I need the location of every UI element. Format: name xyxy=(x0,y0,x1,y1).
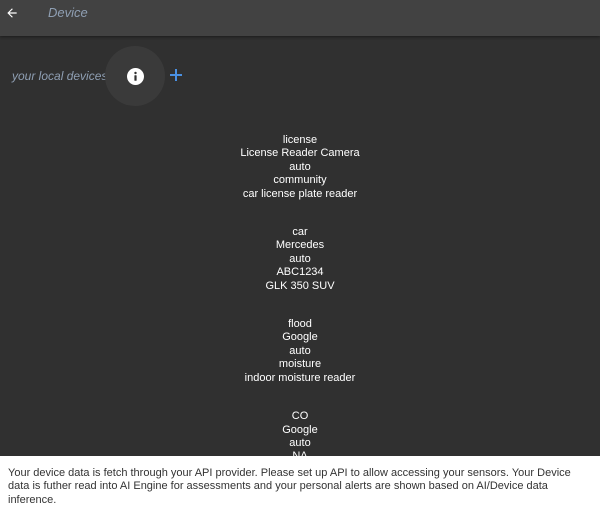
device-item[interactable]: license License Reader Camera auto commu… xyxy=(0,134,600,201)
footer-text: Your device data is fetch through your A… xyxy=(8,467,571,506)
device-name: License Reader Camera xyxy=(240,147,360,160)
device-mode: auto xyxy=(289,252,311,265)
device-item[interactable]: CO Google auto NA xyxy=(0,410,600,456)
api-info-footer: Your device data is fetch through your A… xyxy=(0,456,600,510)
device-name: Google xyxy=(282,331,318,344)
device-source: ABC1234 xyxy=(276,266,324,279)
device-mode: auto xyxy=(289,436,311,449)
device-name: Mercedes xyxy=(275,239,325,252)
info-button-ripple xyxy=(105,46,165,106)
device-mode: auto xyxy=(289,160,311,173)
info-button[interactable] xyxy=(126,67,144,85)
info-icon xyxy=(133,71,137,81)
device-description: car license plate reader xyxy=(242,187,358,200)
device-item[interactable]: car Mercedes auto ABC1234 GLK 350 SUV xyxy=(0,226,600,293)
device-type: license xyxy=(282,134,318,146)
devices-header: your local devices xyxy=(0,46,600,106)
add-device-button[interactable] xyxy=(168,67,184,83)
devices-section-label: your local devices xyxy=(12,69,108,83)
device-type: car xyxy=(292,226,308,239)
device-type: flood xyxy=(288,318,312,331)
device-item[interactable]: flood Google auto moisture indoor moistu… xyxy=(0,318,600,385)
plus-icon xyxy=(170,69,182,81)
arrow-left-icon xyxy=(7,8,17,18)
device-description: GLK 350 SUV xyxy=(265,279,335,292)
device-name: Google xyxy=(282,423,318,436)
page-title: Device xyxy=(48,5,88,20)
device-description: indoor moisture reader xyxy=(244,371,356,384)
device-mode: auto xyxy=(289,344,311,357)
device-type: CO xyxy=(291,410,309,423)
device-source: community xyxy=(273,174,327,187)
app-bar: Device xyxy=(0,0,600,36)
device-list: license License Reader Camera auto commu… xyxy=(0,134,600,456)
device-source: moisture xyxy=(278,358,322,371)
back-button[interactable] xyxy=(0,0,24,26)
